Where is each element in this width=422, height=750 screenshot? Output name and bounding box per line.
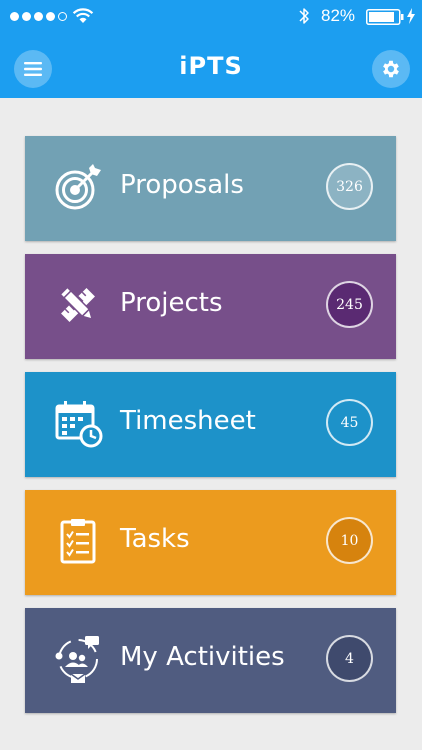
count-badge: 4 — [326, 635, 373, 682]
battery-icon — [366, 9, 404, 25]
tile-label: Timesheet — [120, 406, 256, 436]
count-badge: 10 — [326, 517, 373, 564]
target-icon — [55, 164, 101, 210]
gear-icon — [383, 60, 399, 78]
count-badge: 245 — [326, 281, 373, 328]
my-activities-tile[interactable]: My Activities 4 — [25, 608, 396, 713]
battery-percentage: 82% — [321, 6, 356, 25]
charging-icon — [407, 8, 415, 24]
settings-button[interactable] — [372, 50, 410, 88]
bluetooth-icon — [299, 8, 309, 24]
status-bar: 82% — [0, 0, 422, 34]
activity-people-icon — [55, 636, 99, 683]
proposals-tile[interactable]: Proposals 326 — [25, 136, 396, 241]
count-badge: 326 — [326, 163, 373, 210]
timesheet-tile[interactable]: Timesheet 45 — [25, 372, 396, 477]
pencil-ruler-icon — [59, 286, 95, 322]
wifi-icon — [72, 8, 94, 23]
tile-label: Tasks — [120, 524, 190, 554]
dashboard-tiles: Proposals 326 Projects 245 Timesheet 45 … — [25, 136, 396, 726]
tile-label: My Activities — [120, 642, 285, 672]
app-header: 82% iPTS — [0, 0, 422, 98]
signal-strength-icon — [10, 12, 67, 21]
projects-tile[interactable]: Projects 245 — [25, 254, 396, 359]
calendar-clock-icon — [55, 401, 103, 448]
clipboard-checklist-icon — [60, 519, 96, 564]
tile-label: Proposals — [120, 170, 244, 200]
count-badge: 45 — [326, 399, 373, 446]
tasks-tile[interactable]: Tasks 10 — [25, 490, 396, 595]
tile-label: Projects — [120, 288, 223, 318]
app-title: iPTS — [179, 52, 243, 80]
